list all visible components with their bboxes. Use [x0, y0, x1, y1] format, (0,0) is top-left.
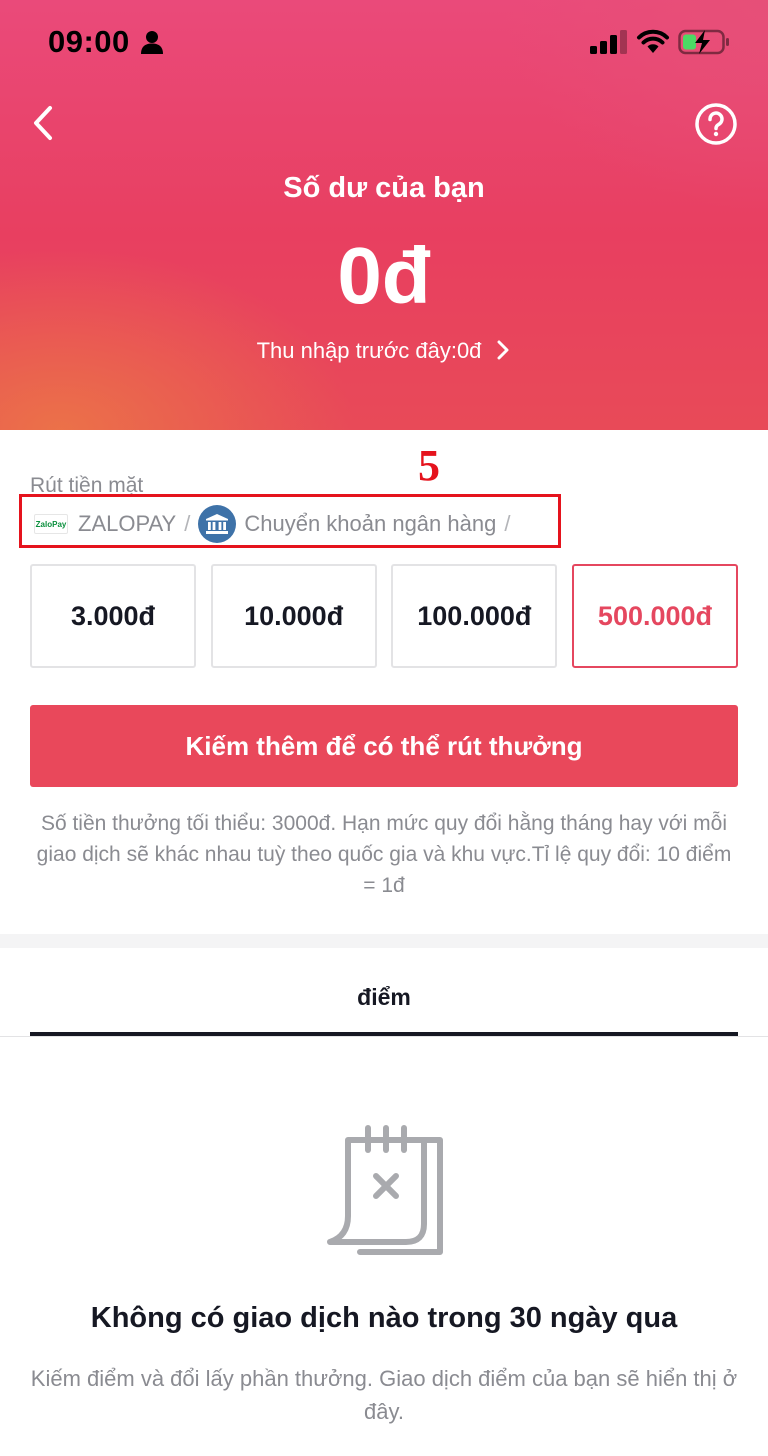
withdraw-note: Số tiền thưởng tối thiểu: 3000đ. Hạn mức… — [36, 812, 732, 897]
empty-state-title: Không có giao dịch nào trong 30 ngày qua — [90, 1302, 678, 1334]
empty-calendar-icon — [327, 1125, 443, 1255]
zalopay-logo-icon: ZaloPay — [34, 514, 68, 534]
signal-icon — [590, 30, 627, 54]
method-separator: / — [184, 511, 191, 536]
amount-options: 3.000đ 10.000đ 100.000đ 500.000đ — [30, 564, 738, 668]
amount-option-500000[interactable]: 500.000đ — [571, 564, 738, 668]
previous-income-link[interactable]: Thu nhập trước đây:0đ — [0, 338, 768, 364]
zalopay-logo-text: ZaloPay — [35, 519, 67, 529]
empty-state-description: Kiếm điểm và đổi lấy phần thưởng. Giao d… — [30, 1366, 738, 1424]
back-chevron-icon[interactable] — [24, 100, 64, 146]
amount-option-10000[interactable]: 10.000đ — [210, 564, 377, 668]
previous-income-label: Thu nhập trước đây:0đ — [256, 338, 482, 363]
help-icon[interactable] — [693, 101, 739, 147]
chevron-right-icon — [497, 340, 509, 360]
balance-amount: 0đ — [337, 231, 431, 320]
battery-charging-icon — [678, 29, 729, 55]
person-icon — [141, 31, 163, 54]
method-separator: / — [504, 511, 511, 536]
amount-option-100000[interactable]: 100.000đ — [391, 564, 558, 668]
status-bar: 09:00 — [0, 0, 768, 88]
method-bank-transfer[interactable]: Chuyển khoản ngân hàng — [244, 511, 496, 537]
balance-header: 09:00 Số dư của bạn 0đ Thu nhập trước đâ… — [0, 0, 768, 430]
bank-icon — [198, 505, 237, 543]
section-divider — [0, 934, 768, 948]
wifi-icon — [637, 29, 669, 53]
step-number-annotation: 5 — [418, 441, 440, 490]
method-zalopay[interactable]: ZALOPAY — [78, 511, 176, 537]
withdraw-methods: ZaloPay ZALOPAY / Chuyển khoản ngân hàng… — [34, 504, 518, 544]
earn-more-button[interactable]: Kiếm thêm để có thể rút thưởng — [30, 705, 738, 787]
tab-points-label: điểm — [357, 984, 411, 1010]
tab-points[interactable]: điểm — [30, 960, 738, 1036]
status-time: 09:00 — [48, 24, 130, 59]
tab-bottom-border — [0, 1036, 768, 1037]
balance-title: Số dư của bạn — [283, 172, 485, 204]
amount-option-3000[interactable]: 3.000đ — [30, 564, 196, 668]
